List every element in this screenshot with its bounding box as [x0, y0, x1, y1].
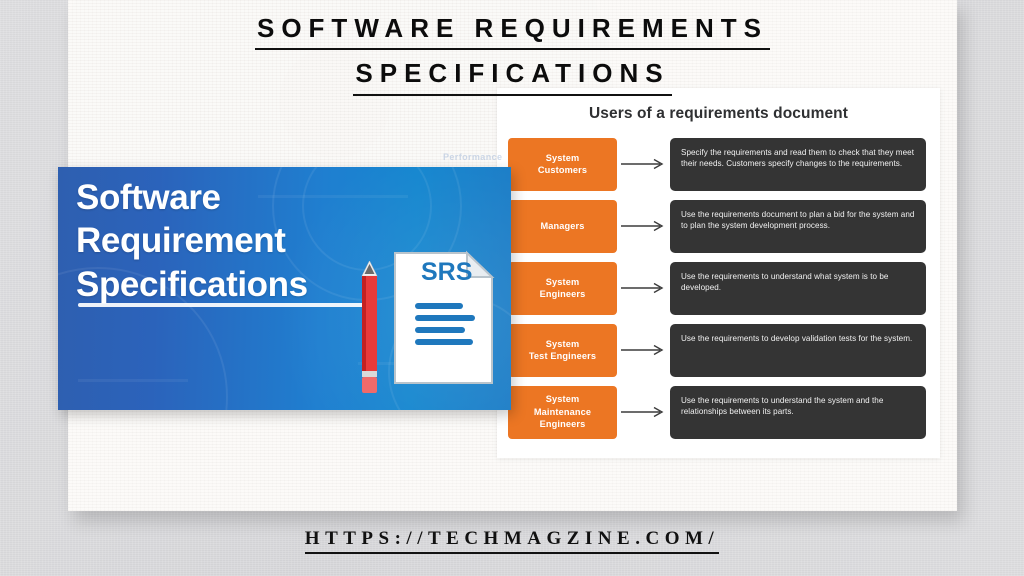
role-badge-managers: Managers	[508, 199, 617, 253]
role-badge-system-test-engineers: System Test Engineers	[508, 323, 617, 377]
role-description-system-engineers: Use the requirements to understand what …	[670, 261, 926, 315]
arrow-icon	[617, 220, 670, 232]
diagram-rows: System Customers Specify the requirement…	[497, 136, 940, 446]
page-title: SOFTWARE REQUIREMENTS SPECIFICATIONS	[68, 12, 957, 96]
role-label-line-3: Engineers	[539, 419, 586, 430]
role-label-line-1: System	[545, 152, 580, 163]
pencil-icon	[361, 261, 378, 393]
role-label-line-1: Managers	[540, 220, 585, 231]
banner-decoration-bar	[78, 379, 188, 382]
role-description-managers: Use the requirements document to plan a …	[670, 199, 926, 253]
arrow-icon	[617, 158, 670, 170]
banner-title: Software Requirement Specifications	[76, 176, 376, 306]
table-row: System Engineers Use the requirements to…	[497, 260, 940, 316]
role-description-system-test-engineers: Use the requirements to develop validati…	[670, 323, 926, 377]
role-badge-system-customers: System Customers	[508, 137, 617, 191]
page-title-line-2: SPECIFICATIONS	[353, 57, 672, 96]
srs-banner-image: Software Requirement Specifications SRS	[58, 167, 511, 410]
role-label-line-1: System	[545, 338, 580, 349]
srs-document-icon: SRS	[394, 250, 495, 384]
role-description-system-customers: Specify the requirements and read them t…	[670, 137, 926, 191]
page-title-line-1: SOFTWARE REQUIREMENTS	[254, 12, 770, 51]
footer-url-text[interactable]: HTTPS://TECHMAGZINE.COM/	[304, 528, 720, 554]
table-row: System Customers Specify the requirement…	[497, 136, 940, 192]
role-label-line-2: Customers	[537, 165, 588, 175]
arrow-icon	[617, 406, 670, 418]
banner-title-line-1: Software	[76, 178, 221, 217]
role-label-line-1: System	[545, 394, 580, 405]
footer-url[interactable]: HTTPS://TECHMAGZINE.COM/	[0, 528, 1024, 554]
banner-title-line-2: Requirement	[76, 221, 286, 261]
role-label-line-1: System	[545, 276, 580, 287]
role-badge-system-engineers: System Engineers	[508, 261, 617, 315]
banner-underline-rule	[78, 303, 370, 307]
role-label-line-2: Test Engineers	[528, 351, 597, 361]
banner-title-line-3: Specifications	[76, 264, 308, 304]
arrow-icon	[617, 344, 670, 356]
table-row: System Maintenance Engineers Use the req…	[497, 384, 940, 440]
role-label-line-2: Engineers	[539, 289, 586, 299]
arrow-icon	[617, 282, 670, 294]
table-row: Managers Use the requirements document t…	[497, 198, 940, 254]
requirements-users-diagram: Users of a requirements document System …	[497, 88, 940, 458]
svg-text:SRS: SRS	[421, 258, 472, 286]
role-label-line-2: Maintenance	[533, 406, 592, 417]
table-row: System Test Engineers Use the requiremen…	[497, 322, 940, 378]
banner-ghost-watermark-text: Performance	[443, 152, 503, 162]
role-badge-system-maintenance-engineers: System Maintenance Engineers	[508, 385, 617, 439]
role-description-system-maintenance-engineers: Use the requirements to understand the s…	[670, 385, 926, 439]
